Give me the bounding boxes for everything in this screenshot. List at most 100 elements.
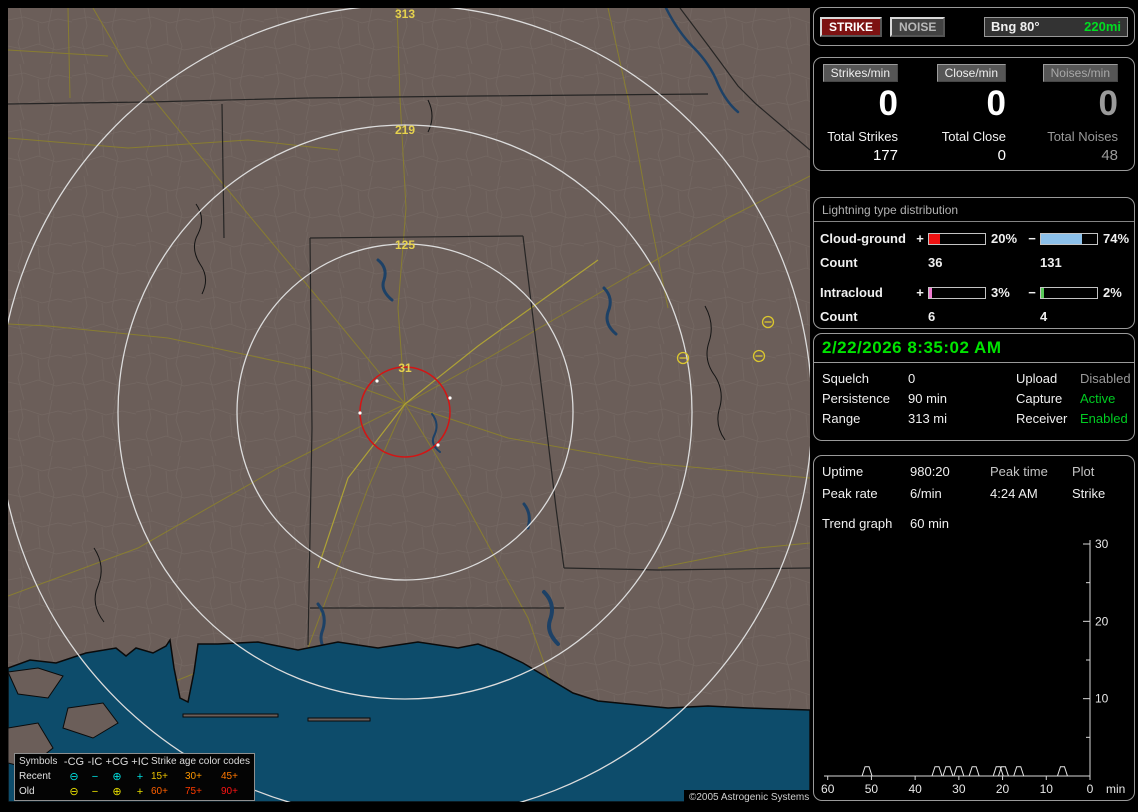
plus-sign: + <box>916 231 924 246</box>
distribution-panel: Lightning type distribution Cloud-ground… <box>813 197 1135 329</box>
ic-minus-bar <box>1040 286 1098 299</box>
mode-panel: STRIKE NOISE Bng 80° 220mi <box>813 7 1135 46</box>
receiver-label: Receiver <box>1016 411 1068 426</box>
ic-minus-pct: 2% <box>1103 285 1122 300</box>
intracloud-count-row: Count 6 4 <box>814 308 1134 325</box>
total-noises-label: Total Noises <box>1047 129 1118 144</box>
svg-text:40: 40 <box>908 782 922 796</box>
cloud-ground-label: Cloud-ground <box>820 231 906 246</box>
recent-plus-cg-icon: ⊕ <box>112 770 122 783</box>
cg-minus-pct: 74% <box>1103 231 1130 246</box>
close-per-min-value: 0 <box>986 84 1006 123</box>
old-plus-cg-icon: ⊕ <box>112 785 122 798</box>
count-label: Count <box>820 255 858 270</box>
status-panel: 2/22/2026 8:35:02 AM Squelch 0 Upload Di… <box>813 333 1135 441</box>
age-15: 15+ <box>151 770 168 782</box>
count-label: Count <box>820 309 858 324</box>
age-90: 90+ <box>221 785 238 797</box>
bearing-value: Bng 80° <box>991 19 1040 34</box>
svg-text:min: min <box>1106 782 1125 796</box>
ring-label-125: 125 <box>395 238 415 252</box>
persistence-value: 90 min <box>908 391 948 406</box>
old-minus-cg-icon: ⊖ <box>69 785 79 798</box>
legend-row-recent-label: Recent <box>19 770 51 782</box>
ring-label-31: 31 <box>398 361 412 375</box>
legend-col-minus-ic: -IC <box>87 755 103 768</box>
strikes-counter-column: Strikes/min 0 Total Strikes 177 <box>820 64 908 170</box>
noises-counter-column: Noises/min 0 Total Noises 48 <box>1016 64 1128 170</box>
ring-label-219: 219 <box>395 123 415 137</box>
cg-plus-count: 36 <box>928 255 943 270</box>
upload-value: Disabled <box>1080 371 1131 386</box>
svg-text:30: 30 <box>952 782 966 796</box>
legend-age-header: Strike age color codes <box>151 755 250 767</box>
total-noises-value: 48 <box>1101 147 1118 164</box>
symbols-legend: Symbols -CG -IC +CG +IC Strike age color… <box>14 753 255 801</box>
recent-minus-ic-icon: − <box>91 770 99 783</box>
distribution-title: Lightning type distribution <box>814 198 1134 222</box>
svg-text:0: 0 <box>1087 782 1094 796</box>
total-close-label: Total Close <box>941 129 1006 144</box>
svg-text:10: 10 <box>1040 782 1054 796</box>
counters-panel: Strikes/min 0 Total Strikes 177 Close/mi… <box>813 57 1135 171</box>
cg-plus-pct: 20% <box>991 231 1018 246</box>
age-45: 45+ <box>221 770 238 782</box>
age-60: 60+ <box>151 785 168 797</box>
cg-minus-bar <box>1040 232 1098 245</box>
total-close-value: 0 <box>997 147 1006 164</box>
recent-minus-cg-icon: ⊖ <box>69 770 79 783</box>
datetime-display: 2/22/2026 8:35:02 AM <box>814 334 1134 363</box>
svg-text:30: 30 <box>1095 537 1109 551</box>
ic-plus-pct: 3% <box>991 285 1010 300</box>
legend-col-plus-cg: +CG <box>105 755 129 768</box>
app-window: 313 219 125 31 Symbols -CG -IC +CG +IC S… <box>0 0 1138 812</box>
noise-mode-button[interactable]: NOISE <box>890 16 946 37</box>
intracloud-label: Intracloud <box>820 285 883 300</box>
legend-col-plus-ic: +IC <box>131 755 149 768</box>
copyright-text: ©2005 Astrogenic Systems <box>684 790 815 805</box>
age-75: 75+ <box>185 785 202 797</box>
svg-text:50: 50 <box>865 782 879 796</box>
cloud-ground-row: Cloud-ground + 20% − 74% <box>814 230 1134 247</box>
legend-col-minus-cg: -CG <box>63 755 85 768</box>
ic-plus-count: 6 <box>928 309 936 324</box>
status-grid: Squelch 0 Upload Disabled Persistence 90… <box>814 363 1134 431</box>
cg-plus-bar <box>928 232 986 245</box>
legend-row-old-label: Old <box>19 785 35 797</box>
total-strikes-value: 177 <box>872 147 898 164</box>
range-value: 313 mi <box>908 411 948 426</box>
lightning-map[interactable]: 313 219 125 31 <box>8 8 810 802</box>
receiver-value: Enabled <box>1080 411 1128 426</box>
cg-minus-count: 131 <box>1040 255 1062 270</box>
strike-mode-button[interactable]: STRIKE <box>820 16 883 37</box>
minus-sign: − <box>1028 285 1036 300</box>
plus-sign: + <box>916 285 924 300</box>
trend-graph-chart: 30 20 10 60 50 40 30 20 10 0 min <box>821 537 1125 796</box>
old-plus-ic-icon: + <box>136 785 144 798</box>
strikes-per-min-chip: Strikes/min <box>822 64 898 82</box>
recent-plus-ic-icon: + <box>136 770 144 783</box>
map-canvas: 313 219 125 31 <box>8 8 810 802</box>
capture-value: Active <box>1080 391 1116 406</box>
intracloud-row: Intracloud + 3% − 2% <box>814 284 1134 301</box>
noises-per-min-chip: Noises/min <box>1042 64 1118 82</box>
total-strikes-label: Total Strikes <box>827 129 898 144</box>
squelch-label: Squelch <box>822 371 869 386</box>
minus-sign: − <box>1028 231 1036 246</box>
bearing-distance-readout: Bng 80° 220mi <box>984 16 1128 37</box>
ring-label-313: 313 <box>395 8 415 21</box>
range-label: Range <box>822 411 861 426</box>
svg-text:20: 20 <box>996 782 1010 796</box>
old-minus-ic-icon: − <box>91 785 99 798</box>
close-per-min-chip: Close/min <box>936 64 1006 82</box>
persistence-label: Persistence <box>822 391 890 406</box>
distance-value: 220mi <box>1084 19 1121 34</box>
squelch-value: 0 <box>908 371 916 386</box>
noises-per-min-value: 0 <box>1098 84 1118 123</box>
svg-text:60: 60 <box>821 782 835 796</box>
close-counter-column: Close/min 0 Total Close 0 <box>908 64 1016 170</box>
svg-text:20: 20 <box>1095 614 1109 628</box>
ic-minus-count: 4 <box>1040 309 1048 324</box>
ic-plus-bar <box>928 286 986 299</box>
capture-label: Capture <box>1016 391 1063 406</box>
